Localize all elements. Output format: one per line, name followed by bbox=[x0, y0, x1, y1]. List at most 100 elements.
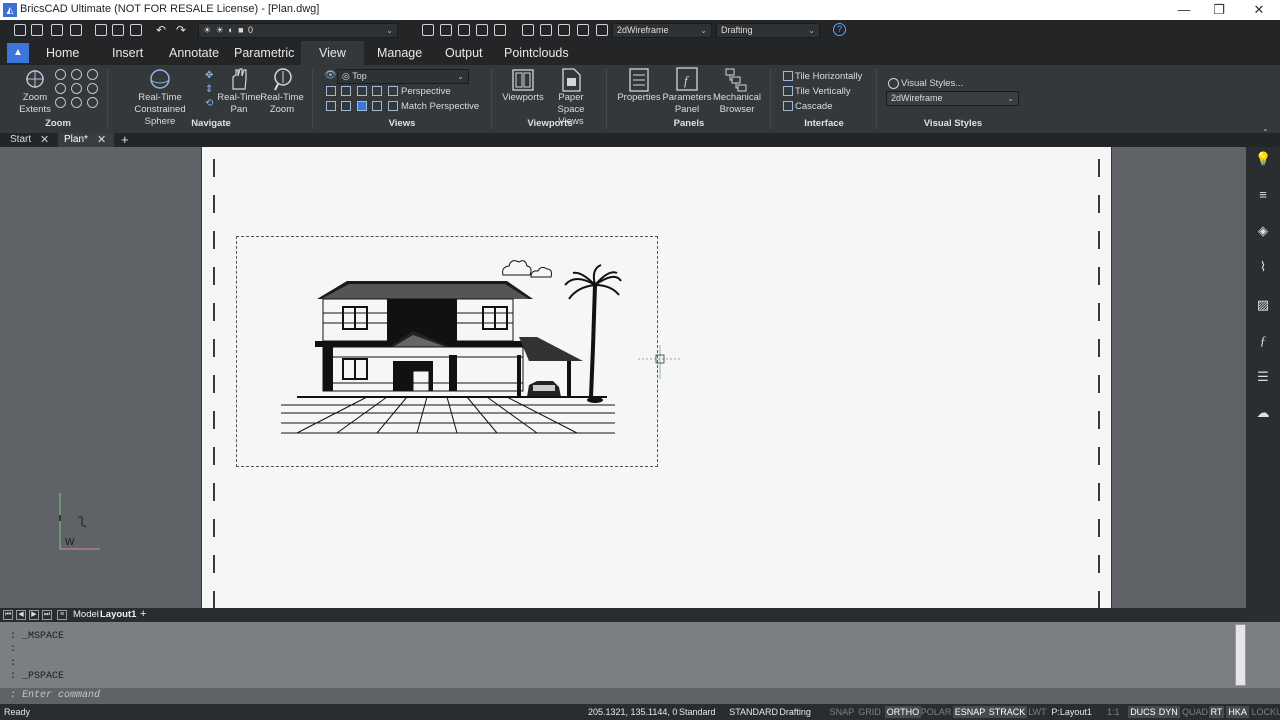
hatch-icon[interactable]: ▨ bbox=[1255, 297, 1271, 313]
drawing-area[interactable]: W bbox=[0, 147, 1246, 609]
view-grid-icon[interactable] bbox=[357, 86, 367, 96]
match-properties-icon[interactable] bbox=[522, 24, 534, 36]
status-toggle-1-1[interactable]: 1:1 bbox=[1105, 706, 1122, 718]
prev-layout-icon[interactable]: ◀ bbox=[16, 610, 26, 620]
cascade-button[interactable]: Cascade bbox=[795, 101, 833, 112]
cursor-coordinates[interactable]: 205.1321, 135.1144, 0 bbox=[586, 706, 679, 718]
tile-horizontally-button[interactable]: Tile Horizontally bbox=[795, 71, 862, 82]
zoom-center-icon[interactable] bbox=[71, 83, 82, 94]
zoom-all-icon[interactable] bbox=[55, 97, 66, 108]
view-save-icon[interactable] bbox=[341, 101, 351, 111]
view-doc-icon[interactable] bbox=[341, 86, 351, 96]
realtime-zoom-button[interactable]: Real-Time Zoom bbox=[259, 92, 305, 116]
layers-stack-icon[interactable]: ◈ bbox=[1255, 223, 1271, 239]
next-layout-icon[interactable]: ▶ bbox=[29, 610, 39, 620]
render-icon[interactable] bbox=[596, 24, 608, 36]
visual-styles-button[interactable]: Visual Styles... bbox=[901, 78, 963, 89]
new-file-icon[interactable] bbox=[14, 24, 26, 36]
zoom-dynamic-icon[interactable] bbox=[87, 83, 98, 94]
status-toggle-grid[interactable]: GRID bbox=[856, 706, 883, 718]
properties-icon[interactable] bbox=[628, 68, 650, 92]
status-toggle-ortho[interactable]: ORTHO bbox=[884, 706, 922, 718]
add-tab-button[interactable]: + bbox=[121, 132, 129, 147]
mechanical-browser-button[interactable]: Mechanical Browser bbox=[710, 92, 764, 116]
tab-pointclouds[interactable]: Pointclouds bbox=[504, 41, 569, 65]
add-layout-button[interactable]: + bbox=[140, 608, 146, 620]
save-as-icon[interactable] bbox=[70, 24, 82, 36]
view-check-icon[interactable] bbox=[372, 86, 382, 96]
view-camera-icon[interactable] bbox=[326, 101, 336, 111]
zoom-out-icon[interactable] bbox=[87, 69, 98, 80]
close-tab-icon[interactable]: ✕ bbox=[97, 133, 106, 146]
doc-tab-start[interactable]: Start bbox=[4, 133, 37, 147]
first-layout-icon[interactable]: ⏮ bbox=[3, 610, 13, 620]
publish-icon[interactable] bbox=[130, 24, 142, 36]
tab-home[interactable]: Home bbox=[46, 41, 79, 65]
layer-state-icon[interactable] bbox=[494, 24, 506, 36]
zoom-window-icon[interactable] bbox=[71, 69, 82, 80]
undo-icon[interactable]: ↶ bbox=[156, 23, 166, 37]
parameters-fx-icon[interactable]: ƒ bbox=[1255, 333, 1271, 349]
realtime-pan-button[interactable]: Real-Time Pan bbox=[215, 92, 263, 116]
zoom-previous-icon[interactable] bbox=[55, 83, 66, 94]
settings-icon[interactable] bbox=[540, 24, 552, 36]
status-toggle-standard[interactable]: Standard bbox=[677, 706, 718, 718]
view-combo[interactable]: ◎ Top ⌄ bbox=[337, 69, 469, 84]
realtime-zoom-icon[interactable] bbox=[271, 67, 295, 91]
zoom-extents-button[interactable]: Zoom Extents bbox=[14, 92, 56, 116]
perspective-icon[interactable] bbox=[388, 86, 398, 96]
status-toggle-p-layout1[interactable]: P:Layout1 bbox=[1049, 706, 1094, 718]
view-active-icon[interactable] bbox=[357, 101, 367, 111]
status-toggle-snap[interactable]: SNAP bbox=[828, 706, 857, 718]
layout-list-icon[interactable]: ≡ bbox=[57, 610, 67, 620]
redo-icon[interactable]: ↷ bbox=[176, 23, 186, 37]
tab-output[interactable]: Output bbox=[445, 41, 483, 65]
tab-layout1[interactable]: Layout1 bbox=[100, 609, 136, 620]
tab-view[interactable]: View bbox=[301, 41, 364, 65]
layer-tool-icon[interactable] bbox=[422, 24, 434, 36]
status-toggle-drafting[interactable]: Drafting bbox=[777, 706, 813, 718]
properties-sliders-icon[interactable]: ≡ bbox=[1255, 187, 1271, 203]
parameters-panel-icon[interactable]: f bbox=[675, 67, 699, 92]
tab-parametric[interactable]: Parametric bbox=[234, 41, 294, 65]
layers-icon[interactable] bbox=[558, 24, 570, 36]
tips-bulb-icon[interactable]: 💡 bbox=[1255, 151, 1271, 167]
print-icon[interactable] bbox=[95, 24, 107, 36]
paper-space-views-icon[interactable] bbox=[560, 68, 582, 92]
view-edit-icon[interactable] bbox=[372, 101, 382, 111]
workspace-combo[interactable]: Drafting ⌄ bbox=[716, 23, 820, 38]
status-toggle-ducs[interactable]: DUCS bbox=[1128, 706, 1158, 718]
viewports-icon[interactable] bbox=[511, 68, 535, 92]
status-toggle-lockui[interactable]: LOCKUI bbox=[1250, 706, 1280, 718]
tab-manage[interactable]: Manage bbox=[377, 41, 422, 65]
constrained-sphere-icon[interactable] bbox=[148, 67, 172, 91]
status-toggle-quad[interactable]: QUAD bbox=[1180, 706, 1210, 718]
visual-style-combo[interactable]: 2dWireframe ⌄ bbox=[612, 23, 712, 38]
plot-preview-icon[interactable] bbox=[112, 24, 124, 36]
close-tab-icon[interactable]: ✕ bbox=[40, 133, 49, 146]
paper-sheet[interactable] bbox=[201, 147, 1112, 609]
zoom-in-icon[interactable] bbox=[55, 69, 66, 80]
zoom-extents-icon[interactable] bbox=[24, 68, 46, 90]
match-perspective-button[interactable]: Match Perspective bbox=[401, 101, 479, 112]
visual-style-select[interactable]: 2dWireframe ⌄ bbox=[886, 91, 1019, 106]
perspective-toggle[interactable]: Perspective bbox=[401, 86, 451, 97]
layer-combo[interactable]: ☀ ☀ ◐ ■ 0 ⌄ bbox=[198, 23, 398, 38]
match-perspective-icon[interactable] bbox=[388, 101, 398, 111]
minimize-button[interactable]: — bbox=[1164, 0, 1204, 20]
status-toggle-hka[interactable]: HKA bbox=[1226, 706, 1249, 718]
help-icon[interactable]: ? bbox=[833, 23, 846, 36]
status-toggle-rt[interactable]: RT bbox=[1208, 706, 1225, 718]
attachments-clip-icon[interactable]: ⌇ bbox=[1255, 259, 1271, 275]
cloud-upload-icon[interactable]: ☁ bbox=[1255, 405, 1271, 421]
maximize-button[interactable]: ❐ bbox=[1199, 0, 1239, 20]
status-toggle-polar[interactable]: POLAR bbox=[919, 706, 954, 718]
parameters-panel-button[interactable]: Parameters Panel bbox=[661, 92, 713, 116]
save-icon[interactable] bbox=[51, 24, 63, 36]
tile-vertically-button[interactable]: Tile Vertically bbox=[795, 86, 851, 97]
structure-tree-icon[interactable]: ☰ bbox=[1255, 369, 1271, 385]
explorer-icon[interactable] bbox=[577, 24, 589, 36]
eye-icon[interactable]: 👁 bbox=[324, 70, 337, 81]
tab-model[interactable]: Model bbox=[73, 609, 99, 620]
view-tool-icon[interactable] bbox=[326, 86, 336, 96]
